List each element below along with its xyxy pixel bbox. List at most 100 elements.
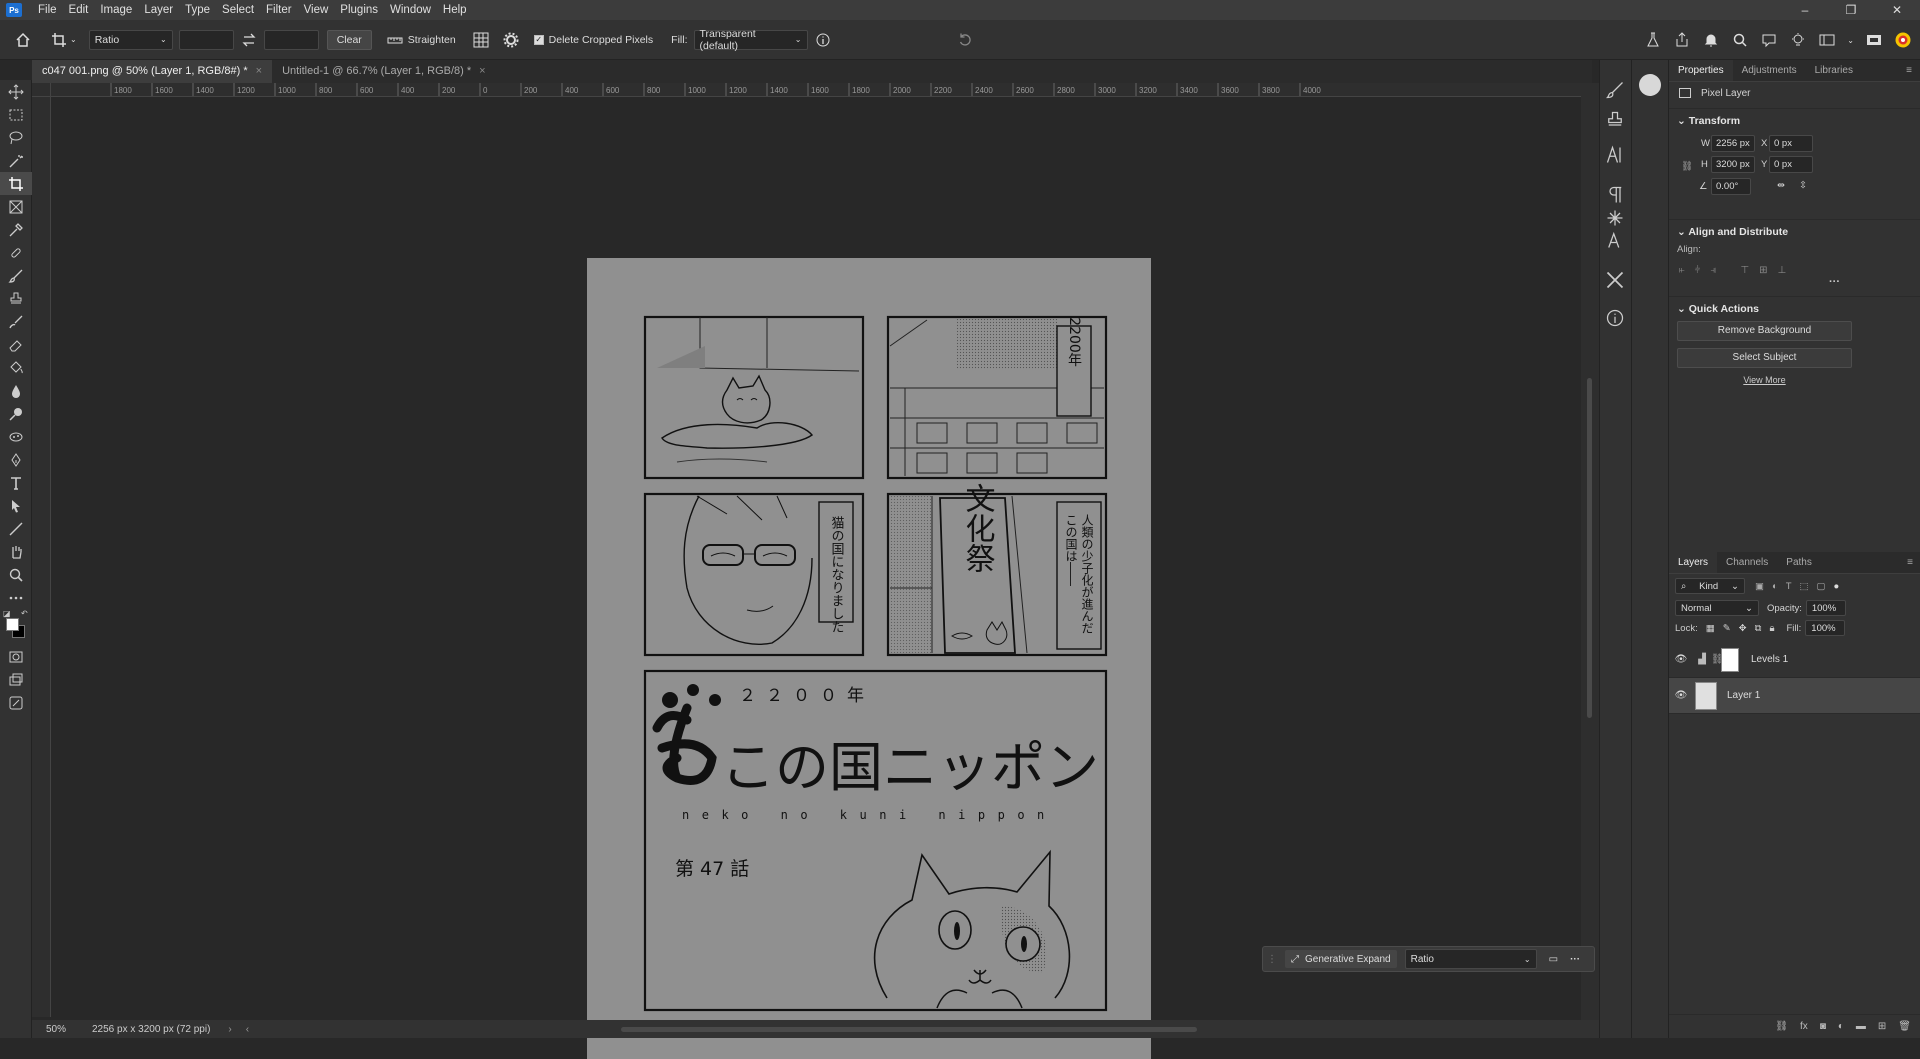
tab-adjustments[interactable]: Adjustments bbox=[1733, 60, 1806, 81]
swap-icon[interactable] bbox=[240, 31, 258, 49]
link-layers-icon[interactable]: ⛓ bbox=[1775, 1021, 1788, 1032]
layer-row-layer1[interactable]: 👁︎ Layer 1 bbox=[1669, 678, 1920, 714]
menu-view[interactable]: View bbox=[298, 0, 335, 20]
filter-type-icon[interactable]: T bbox=[1786, 581, 1792, 592]
lock-position-icon[interactable]: ✥ bbox=[1739, 623, 1747, 634]
vertical-scrollbar[interactable] bbox=[1581, 83, 1599, 1020]
filter-shape-icon[interactable]: ⬚ bbox=[1800, 581, 1809, 592]
glyphs-icon[interactable] bbox=[1605, 208, 1625, 228]
straighten-icon[interactable]: ▭ bbox=[1549, 954, 1558, 965]
layers-menu-icon[interactable]: ≡ bbox=[1899, 552, 1920, 573]
align-bottom-icon[interactable]: ⊥ bbox=[1778, 265, 1787, 276]
screen-mode-icon[interactable] bbox=[1865, 31, 1883, 49]
align-top-icon[interactable]: ⊤ bbox=[1740, 265, 1749, 276]
visibility-eye-icon[interactable]: 👁︎ bbox=[1669, 654, 1693, 665]
restore-icon[interactable]: ❐ bbox=[1828, 0, 1874, 20]
ruler-origin[interactable] bbox=[32, 83, 51, 97]
dodge-tool-icon[interactable] bbox=[0, 402, 32, 425]
type-tool-icon[interactable] bbox=[0, 471, 32, 494]
hand-tool-icon[interactable] bbox=[0, 540, 32, 563]
menu-image[interactable]: Image bbox=[94, 0, 138, 20]
menu-filter[interactable]: Filter bbox=[260, 0, 298, 20]
crop-width-input[interactable] bbox=[178, 29, 234, 50]
default-colors-icon[interactable]: ◪ bbox=[3, 609, 11, 618]
character-styles-icon[interactable] bbox=[1605, 230, 1625, 250]
minimize-icon[interactable]: – bbox=[1782, 0, 1828, 20]
tools-presets-icon[interactable] bbox=[1605, 270, 1625, 290]
crop-height-input[interactable] bbox=[263, 29, 319, 50]
screen-mode-tool-icon[interactable] bbox=[0, 668, 32, 691]
filter-adjustment-icon[interactable]: ◐ bbox=[1772, 581, 1778, 592]
scroll-left-icon[interactable]: ‹ bbox=[246, 1024, 249, 1035]
filter-smart-object-icon[interactable]: ▢ bbox=[1817, 581, 1826, 592]
layer-name[interactable]: Layer 1 bbox=[1727, 690, 1760, 701]
tab-properties[interactable]: Properties bbox=[1669, 60, 1733, 81]
paint-bucket-tool-icon[interactable] bbox=[0, 356, 32, 379]
menu-layer[interactable]: Layer bbox=[138, 0, 179, 20]
quick-mask-icon[interactable] bbox=[0, 645, 32, 668]
opacity-field[interactable]: 100% bbox=[1805, 600, 1846, 616]
blend-mode-select[interactable]: Normal ⌄ bbox=[1675, 600, 1759, 616]
foreground-color-swatch[interactable] bbox=[6, 618, 19, 631]
more-options-icon[interactable]: ··· bbox=[1570, 954, 1580, 965]
straighten-label[interactable]: Straighten bbox=[408, 34, 456, 46]
crop-tool-preset-icon[interactable] bbox=[50, 31, 68, 49]
search-icon[interactable] bbox=[1731, 31, 1749, 49]
color-swatches[interactable]: ◪ ↶ bbox=[0, 609, 31, 645]
clone-stamp-tool-icon[interactable] bbox=[0, 287, 32, 310]
lock-pixels-icon[interactable]: ✎ bbox=[1723, 623, 1731, 634]
transform-section-header[interactable]: ⌄ Transform bbox=[1669, 109, 1920, 133]
info-panel-icon[interactable] bbox=[1605, 308, 1625, 328]
gear-icon[interactable] bbox=[502, 31, 520, 49]
align-middle-icon[interactable]: ⊞ bbox=[1759, 265, 1767, 276]
filter-toggle-icon[interactable]: ● bbox=[1834, 581, 1840, 592]
sponge-tool-icon[interactable] bbox=[0, 425, 32, 448]
document-canvas[interactable]: 2200年 猫の国になりました 文化祭 人類の少子化が進んだ この国は―― ２２… bbox=[587, 258, 1151, 1059]
view-more-link[interactable]: View More bbox=[1669, 375, 1860, 385]
x-field[interactable]: 0 px bbox=[1769, 135, 1813, 152]
clone-source-icon[interactable] bbox=[1605, 110, 1625, 130]
straighten-icon[interactable] bbox=[386, 31, 404, 49]
generative-expand-button[interactable]: ⤢ Generative Expand bbox=[1285, 950, 1397, 968]
menu-plugins[interactable]: Plugins bbox=[334, 0, 384, 20]
close-icon[interactable]: × bbox=[479, 65, 485, 77]
remove-background-button[interactable]: Remove Background bbox=[1677, 321, 1852, 341]
close-icon[interactable]: × bbox=[256, 65, 262, 77]
height-field[interactable]: 3200 px bbox=[1711, 156, 1755, 173]
flip-horizontal-icon[interactable]: ⇹ bbox=[1777, 180, 1785, 191]
align-section-header[interactable]: ⌄ Align and Distribute bbox=[1669, 220, 1920, 244]
quick-actions-header[interactable]: ⌄ Quick Actions bbox=[1669, 297, 1920, 321]
flask-icon[interactable] bbox=[1644, 31, 1662, 49]
brush-tool-icon[interactable] bbox=[0, 264, 32, 287]
panel-menu-icon[interactable]: ≡ bbox=[1898, 60, 1920, 81]
link-icon[interactable]: ⛓ bbox=[1681, 161, 1693, 172]
layer-name[interactable]: Levels 1 bbox=[1751, 654, 1788, 665]
status-arrow-icon[interactable]: › bbox=[228, 1024, 231, 1035]
generative-ratio-select[interactable]: Ratio ⌄ bbox=[1404, 949, 1537, 969]
drag-handle-icon[interactable]: ⋮ bbox=[1267, 954, 1277, 965]
select-subject-button[interactable]: Select Subject bbox=[1677, 348, 1852, 368]
line-tool-icon[interactable] bbox=[0, 517, 32, 540]
pen-tool-icon[interactable] bbox=[0, 448, 32, 471]
delete-layer-icon[interactable]: 🗑︎ bbox=[1898, 1021, 1911, 1032]
visibility-eye-icon[interactable]: 👁︎ bbox=[1669, 690, 1693, 701]
new-group-icon[interactable]: ▬ bbox=[1856, 1021, 1866, 1032]
clear-button[interactable]: Clear bbox=[326, 29, 372, 50]
lightbulb-icon[interactable] bbox=[1789, 31, 1807, 49]
character-panel-icon[interactable] bbox=[1605, 145, 1625, 165]
layer-mask-thumbnail[interactable] bbox=[1721, 647, 1739, 672]
tab-document-c047[interactable]: c047 001.png @ 50% (Layer 1, RGB/8#) * × bbox=[32, 60, 273, 83]
paragraph-panel-icon[interactable] bbox=[1605, 185, 1625, 205]
delete-cropped-checkbox[interactable]: ✓ bbox=[533, 34, 544, 45]
lock-artboard-icon[interactable]: ⧉ bbox=[1755, 623, 1762, 634]
layer-row-levels[interactable]: 👁︎ ▟ ⛓ Levels 1 bbox=[1669, 642, 1920, 678]
y-field[interactable]: 0 px bbox=[1769, 156, 1813, 173]
blur-tool-icon[interactable] bbox=[0, 379, 32, 402]
delete-cropped-label[interactable]: Delete Cropped Pixels bbox=[549, 34, 653, 46]
grid-overlay-icon[interactable] bbox=[472, 31, 490, 49]
discover-icon[interactable] bbox=[1760, 31, 1778, 49]
info-icon[interactable] bbox=[814, 31, 832, 49]
eyedropper-tool-icon[interactable] bbox=[0, 218, 32, 241]
more-align-options-icon[interactable]: ··· bbox=[1669, 276, 1920, 288]
crop-tool-icon[interactable] bbox=[0, 172, 32, 195]
